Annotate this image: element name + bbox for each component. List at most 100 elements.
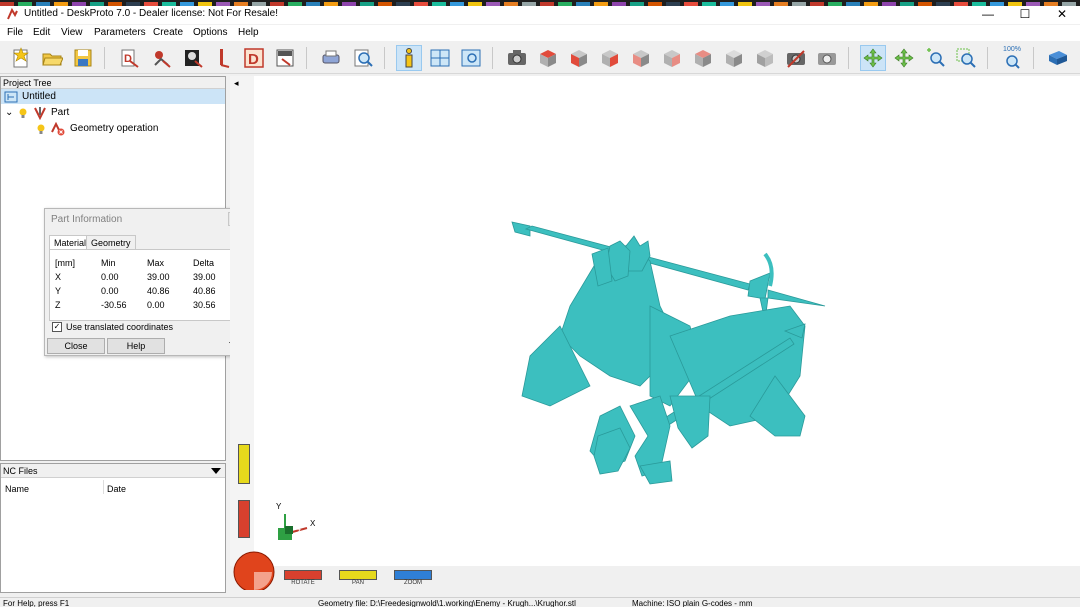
tree-item-untitled[interactable]: Untitled xyxy=(1,89,225,104)
view-bottom-icon[interactable] xyxy=(690,45,716,71)
pan-tool-icon[interactable] xyxy=(891,45,917,71)
view-back-icon[interactable] xyxy=(628,45,654,71)
project-tree-header: Project Tree xyxy=(1,77,225,89)
close-dialog-button[interactable]: Close xyxy=(47,338,105,354)
menu-view[interactable]: View xyxy=(61,27,83,38)
viewport-control-bar: ROTATE PAN ZOOM xyxy=(230,551,1080,593)
screenshot-icon[interactable] xyxy=(783,45,809,71)
tab-geometry[interactable]: Geometry xyxy=(86,235,136,250)
lightbulb-icon[interactable] xyxy=(17,107,29,119)
axis-y-label: Y xyxy=(276,502,282,511)
menu-options[interactable]: Options xyxy=(193,27,227,38)
zoom-slider-label: ZOOM xyxy=(404,580,422,586)
column-header-max: Max xyxy=(147,258,165,268)
window-title: Untitled - DeskProto 7.0 - Dealer licens… xyxy=(24,8,278,19)
project-icon xyxy=(4,91,18,102)
column-header-unit: [mm] xyxy=(55,258,75,268)
view-iso-icon[interactable] xyxy=(721,45,747,71)
nc-column-name[interactable]: Name xyxy=(5,484,29,494)
minimize-button[interactable]: — xyxy=(970,6,1006,24)
tree-part-label: Part xyxy=(51,107,70,118)
part-icon xyxy=(34,106,46,120)
save-icon[interactable] xyxy=(70,45,96,71)
expand-toggle-icon[interactable]: ⌄ xyxy=(5,105,17,120)
3d-viewport[interactable]: Y X Z xyxy=(230,76,1080,593)
translated-coordinates-option[interactable]: ✓ Use translated coordinates xyxy=(52,322,173,332)
wizard-3d-icon[interactable]: D xyxy=(116,45,142,71)
model-render xyxy=(511,221,826,485)
row-max-value: 40.86 xyxy=(147,286,170,296)
nc-files-title: NC Files xyxy=(3,466,38,476)
vertical-yellow-slider[interactable] xyxy=(238,444,250,484)
column-header-delta: Delta xyxy=(193,258,215,268)
view-left-icon[interactable] xyxy=(659,45,685,71)
open-icon[interactable] xyxy=(39,45,65,71)
maximize-button[interactable]: ☐ xyxy=(1007,6,1043,24)
row-delta-value: 39.00 xyxy=(193,272,216,282)
vertical-red-slider[interactable] xyxy=(238,500,250,538)
preview-icon[interactable] xyxy=(458,45,484,71)
menu-parameters[interactable]: Parameters xyxy=(94,27,146,38)
row-max-value: 39.00 xyxy=(147,272,170,282)
tree-root-label: Untitled xyxy=(22,91,56,102)
wizard-vector-icon[interactable] xyxy=(210,45,236,71)
tree-item-geometry-operation[interactable]: Geometry operation xyxy=(35,121,158,136)
print-icon[interactable] xyxy=(318,45,344,71)
viewport-control-strip: ◂ xyxy=(230,76,254,593)
wizard-bitmap-icon[interactable] xyxy=(180,45,206,71)
menu-create[interactable]: Create xyxy=(153,27,183,38)
menu-bar: File Edit View Parameters Create Options… xyxy=(0,25,1080,41)
row-axis-label: Y xyxy=(55,286,62,296)
row-axis-label: X xyxy=(55,272,62,282)
wizard-2d-icon[interactable] xyxy=(148,45,174,71)
status-machine: Machine: ISO plain G-codes - mm xyxy=(632,599,753,607)
rotate-dial-icon[interactable] xyxy=(232,550,276,590)
view-iso2-icon[interactable] xyxy=(752,45,778,71)
translated-coordinates-checkbox[interactable]: ✓ xyxy=(52,322,62,332)
layout-icon[interactable] xyxy=(427,45,453,71)
view-top-icon[interactable] xyxy=(535,45,561,71)
rotate-slider[interactable]: ROTATE xyxy=(284,570,322,586)
collapse-panel-icon[interactable]: ◂ xyxy=(234,78,239,89)
pan-slider[interactable]: PAN xyxy=(339,570,377,586)
row-delta-value: 40.86 xyxy=(193,286,216,296)
menu-help[interactable]: Help xyxy=(238,27,259,38)
menu-edit[interactable]: Edit xyxy=(33,27,50,38)
view-front-icon[interactable] xyxy=(566,45,592,71)
close-button[interactable]: ✕ xyxy=(1044,6,1080,24)
help-book-icon[interactable] xyxy=(1045,45,1071,71)
status-bar: For Help, press F1 Geometry file: D:\Fre… xyxy=(0,597,1080,607)
rotate-tool-icon[interactable] xyxy=(860,45,886,71)
menu-file[interactable]: File xyxy=(7,27,23,38)
tab-material[interactable]: Material xyxy=(49,235,92,250)
zoom-in-icon[interactable] xyxy=(922,45,948,71)
lightbulb-icon[interactable] xyxy=(35,123,47,135)
svg-text:D: D xyxy=(124,53,132,65)
camera-icon[interactable] xyxy=(504,45,530,71)
column-header-min: Min xyxy=(101,258,116,268)
tree-operation-label: Geometry operation xyxy=(70,123,159,134)
axis-z-label: Z xyxy=(296,528,301,537)
zoom-window-icon[interactable] xyxy=(953,45,979,71)
row-min-value: 0.00 xyxy=(101,286,119,296)
wizard-rotary-icon[interactable] xyxy=(272,45,298,71)
tree-item-part[interactable]: ⌄ Part xyxy=(5,105,69,120)
new-project-icon[interactable] xyxy=(8,45,34,71)
zoom-100-icon[interactable]: 100% xyxy=(999,45,1025,71)
nc-column-date[interactable]: Date xyxy=(107,484,126,494)
nc-files-panel: NC Files Name Date xyxy=(0,463,226,593)
zoom-slider[interactable]: ZOOM xyxy=(394,570,432,586)
row-axis-label: Z xyxy=(55,300,61,310)
wizard-d-icon[interactable]: D xyxy=(241,45,267,71)
zoom-100-label: 100% xyxy=(1003,46,1021,53)
view-right-icon[interactable] xyxy=(597,45,623,71)
info-icon[interactable] xyxy=(396,45,422,71)
nc-files-header: NC Files xyxy=(1,464,225,478)
print-preview-icon[interactable] xyxy=(350,45,376,71)
svg-text:D: D xyxy=(248,51,259,68)
render-icon[interactable] xyxy=(814,45,840,71)
dimensions-table: [mm] Min Max Delta X 0.00 39.00 39.00 Y … xyxy=(49,249,242,321)
help-button[interactable]: Help xyxy=(107,338,165,354)
nc-files-dropdown-icon[interactable] xyxy=(211,468,221,474)
row-delta-value: 30.56 xyxy=(193,300,216,310)
